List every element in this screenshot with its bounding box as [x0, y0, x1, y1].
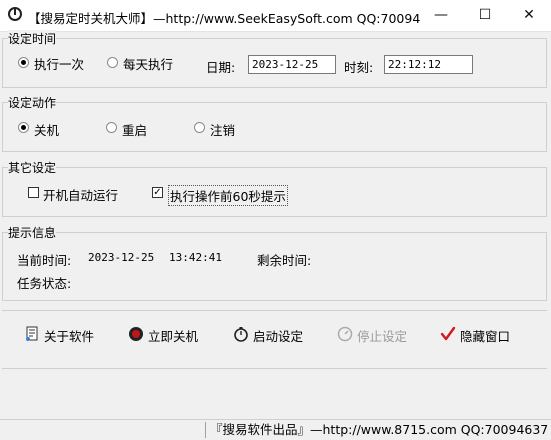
stop-setting-button[interactable]: 停止设定 — [337, 326, 407, 348]
shutdown-label[interactable]: 关机 — [34, 120, 59, 139]
prompt-checkbox[interactable]: ✓ — [152, 187, 163, 198]
date-field[interactable]: 2023-12-25 — [248, 55, 336, 74]
stop-setting-label: 停止设定 — [357, 329, 408, 344]
current-time-value: 13:42:41 — [169, 251, 222, 264]
set-action-title: 设定动作 — [8, 94, 57, 111]
date-label: 日期: — [206, 60, 236, 75]
autostart-checkbox[interactable] — [28, 187, 39, 198]
maximize-button[interactable]: ☐ — [463, 0, 507, 31]
window-title: 【搜易定时关机大师】—http://www.SeekEasySoft.com Q… — [28, 11, 420, 26]
autostart-label[interactable]: 开机自动运行 — [43, 185, 118, 204]
current-time-label: 当前时间: — [17, 253, 72, 268]
status-text: 『搜易软件出品』—http://www.8715.com QQ:70094637 — [205, 422, 550, 438]
toolbar-bottom-divider — [2, 368, 547, 369]
time-label: 时刻: — [344, 60, 374, 75]
run-once-radio[interactable] — [18, 57, 29, 68]
hide-window-button[interactable]: 隐藏窗口 — [440, 326, 510, 348]
toolbar-top-divider — [2, 310, 547, 311]
red-checkmark-icon — [440, 326, 456, 349]
logoff-radio[interactable] — [194, 122, 205, 133]
logoff-label[interactable]: 注销 — [210, 120, 235, 139]
about-button[interactable]: 关于软件 — [24, 326, 94, 348]
power-record-icon — [128, 326, 144, 349]
start-setting-button[interactable]: 启动设定 — [233, 326, 303, 348]
prompt-label[interactable]: 执行操作前60秒提示 — [168, 185, 288, 206]
status-bar: 『搜易软件出品』—http://www.8715.com QQ:70094637 — [0, 419, 551, 440]
current-date-value: 2023-12-25 — [88, 251, 155, 264]
shutdown-now-label: 立即关机 — [148, 329, 199, 344]
restart-radio[interactable] — [106, 122, 117, 133]
task-status-label: 任务状态: — [17, 276, 72, 291]
document-icon — [24, 326, 40, 349]
minimize-button[interactable]: — — [419, 0, 463, 31]
time-field[interactable]: 22:12:12 — [384, 55, 473, 74]
shutdown-now-button[interactable]: 立即关机 — [128, 326, 198, 348]
stopwatch-icon — [233, 326, 249, 349]
run-once-label[interactable]: 执行一次 — [34, 54, 84, 73]
disabled-stop-icon — [337, 326, 353, 349]
set-action-group — [2, 102, 547, 152]
shutdown-radio[interactable] — [18, 122, 29, 133]
info-title: 提示信息 — [8, 224, 57, 241]
clock-app-icon — [8, 7, 22, 21]
title-bar: 【搜易定时关机大师】—http://www.SeekEasySoft.com Q… — [0, 0, 551, 32]
close-button[interactable]: ✕ — [507, 0, 551, 31]
run-daily-label[interactable]: 每天执行 — [123, 54, 173, 73]
remaining-time-label: 剩余时间: — [257, 253, 312, 268]
about-label: 关于软件 — [44, 329, 95, 344]
hide-window-label: 隐藏窗口 — [460, 329, 511, 344]
restart-label[interactable]: 重启 — [122, 120, 147, 139]
other-settings-title: 其它设定 — [8, 159, 57, 176]
set-time-title: 设定时间 — [8, 30, 57, 47]
run-daily-radio[interactable] — [107, 57, 118, 68]
start-setting-label: 启动设定 — [253, 329, 304, 344]
